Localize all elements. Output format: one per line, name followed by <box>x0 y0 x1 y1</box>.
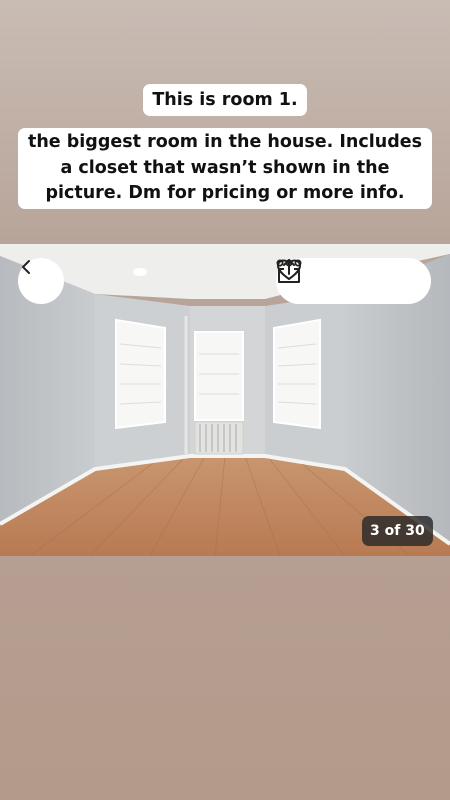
back-button[interactable] <box>18 258 64 304</box>
caption-line: a closet that wasn’t shown in the <box>60 157 390 178</box>
caption-line: the biggest room in the house. Includes <box>27 132 423 152</box>
caption-body-text: the biggest room in the house. Includes … <box>17 128 433 209</box>
caption-title-text: This is room 1. <box>143 84 307 116</box>
caption-line: picture. Dm for pricing or more info. <box>45 183 405 203</box>
listing-photo[interactable]: 3 of 30 <box>0 244 450 556</box>
story-caption-body: the biggest room in the house. Includes … <box>0 128 450 209</box>
share-icon[interactable] <box>278 259 368 296</box>
photo-actions <box>276 258 431 304</box>
story-caption-title: This is room 1. <box>0 84 450 116</box>
more-dots-icon[interactable] <box>276 259 415 296</box>
photo-counter: 3 of 30 <box>362 516 433 546</box>
